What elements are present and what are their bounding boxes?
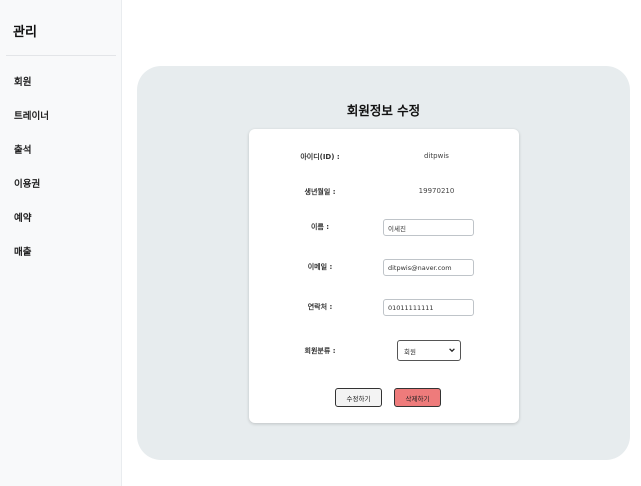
sidebar-item-memberships[interactable]: 이용권 [14, 178, 49, 212]
member-edit-form: 아이디(ID) : ditpwis 생년월일 : 19970210 이름 : 이… [249, 129, 519, 423]
row-category: 회원분류 : 회원 [249, 340, 519, 361]
row-birth: 생년월일 : 19970210 [249, 184, 519, 202]
sidebar-item-members[interactable]: 회원 [14, 76, 49, 110]
phone-field[interactable] [383, 299, 474, 316]
chevron-down-icon [449, 348, 455, 353]
sidebar-title: 관리 [13, 25, 37, 40]
category-selected-value: 회원 [404, 348, 416, 356]
row-email: 이메일 : [249, 259, 519, 277]
category-label: 회원분류 : [304, 347, 336, 355]
sidebar-item-attendance[interactable]: 출석 [14, 144, 49, 178]
category-select[interactable]: 회원 [397, 340, 461, 361]
sidebar-divider [6, 55, 116, 56]
sidebar-nav: 회원 트레이너 출석 이용권 예약 매출 [14, 76, 49, 280]
name-label: 이름 : [310, 223, 330, 231]
email-field[interactable] [383, 259, 474, 276]
id-value: ditpwis [424, 152, 449, 160]
sidebar-item-trainers[interactable]: 트레이너 [14, 110, 49, 144]
app-root: 관리 회원 트레이너 출석 이용권 예약 매출 회원정보 수정 아이디(ID) … [0, 0, 641, 486]
birth-label: 생년월일 : [304, 188, 336, 196]
row-phone: 연락처 : [249, 299, 519, 317]
id-label: 아이디(ID) : [300, 153, 340, 161]
sidebar-item-sales[interactable]: 매출 [14, 246, 49, 280]
sidebar: 관리 회원 트레이너 출석 이용권 예약 매출 [0, 0, 122, 486]
row-name: 이름 : [249, 219, 519, 237]
name-field[interactable] [383, 219, 474, 236]
page-title: 회원정보 수정 [346, 103, 421, 118]
sidebar-item-reservations[interactable]: 예약 [14, 212, 49, 246]
delete-button[interactable]: 삭제하기 [394, 388, 441, 407]
row-id: 아이디(ID) : ditpwis [249, 149, 519, 167]
birth-value: 19970210 [418, 187, 455, 195]
edit-button[interactable]: 수정하기 [335, 388, 382, 407]
phone-label: 연락처 : [307, 303, 333, 311]
email-label: 이메일 : [307, 263, 333, 271]
main-panel: 회원정보 수정 아이디(ID) : ditpwis 생년월일 : 1997021… [137, 66, 630, 460]
